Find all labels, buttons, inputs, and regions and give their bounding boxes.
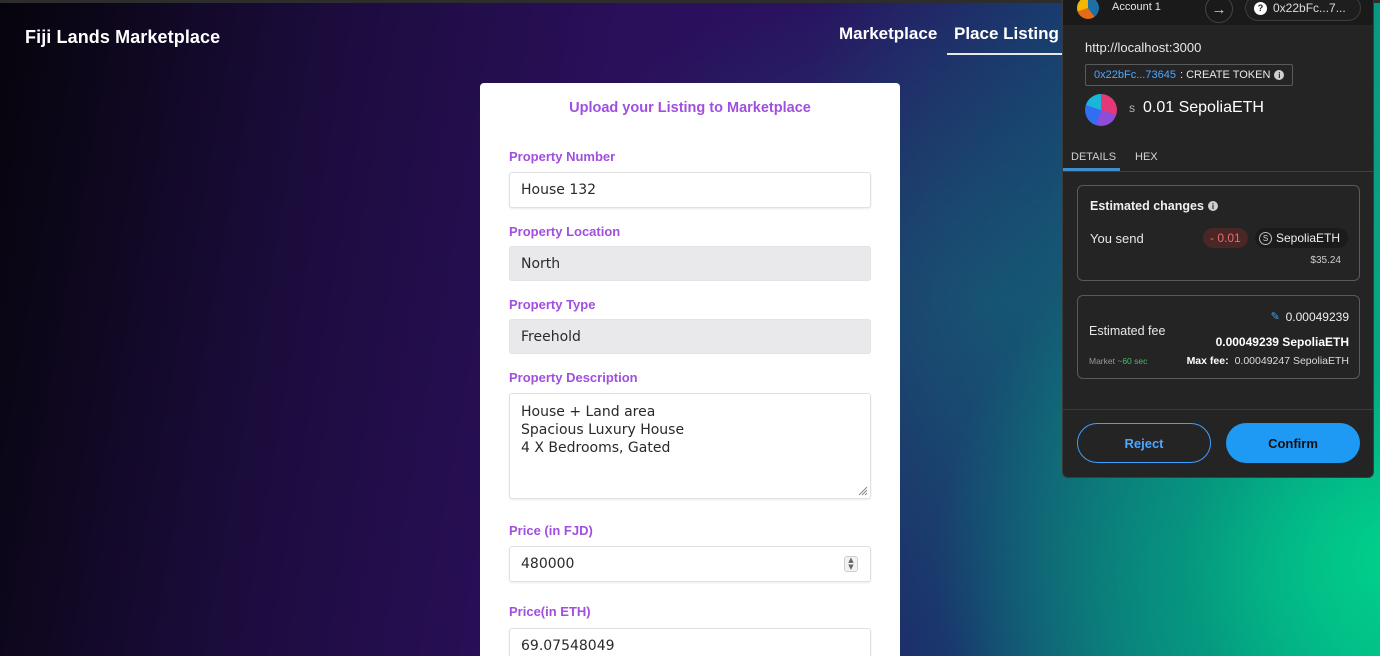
max-fee: Max fee: 0.00049247 SepoliaETH <box>1187 355 1349 367</box>
form-title: Upload your Listing to Marketplace <box>569 100 811 116</box>
property-location-select[interactable]: North <box>509 246 871 281</box>
active-tab-indicator <box>1063 168 1120 171</box>
max-fee-label: Max fee: <box>1186 355 1229 367</box>
token-pill[interactable]: S SepoliaETH <box>1255 228 1349 248</box>
token-icon: S <box>1259 231 1272 245</box>
property-description-label: Property Description <box>509 370 638 385</box>
price-fjd-value: 480000 <box>521 556 575 572</box>
recipient-address-pill[interactable]: ? 0x22bFc...7... <box>1245 0 1361 21</box>
market-label: Market <box>1089 356 1115 366</box>
network-icon <box>1085 94 1117 126</box>
property-type-value: Freehold <box>521 328 581 345</box>
reject-button[interactable]: Reject <box>1077 423 1211 463</box>
contract-method-tag[interactable]: 0x22bFc...73645 : CREATE TOKEN i <box>1085 64 1294 86</box>
fee-value: 0.00049239 <box>1285 310 1349 324</box>
estimated-changes-label: Estimated changes <box>1090 199 1204 213</box>
price-eth-input[interactable]: 69.07548049 <box>509 628 871 656</box>
estimated-fee-label: Estimated fee <box>1089 324 1166 338</box>
estimated-changes-title: Estimated changes i <box>1090 199 1218 213</box>
nav-marketplace[interactable]: Marketplace <box>839 24 937 53</box>
listing-form-card: Upload your Listing to Marketplace Prope… <box>480 83 900 656</box>
fee-value-eth: 0.00049239 SepoliaETH <box>1215 335 1349 349</box>
currency-symbol: S <box>1129 104 1136 114</box>
confirm-button[interactable]: Confirm <box>1226 423 1360 463</box>
you-send-label: You send <box>1090 231 1144 246</box>
transaction-amount: 0.01 SepoliaETH <box>1143 99 1264 116</box>
price-eth-label: Price(in ETH) <box>509 604 591 619</box>
description-line: 4 X Bedrooms, Gated <box>521 440 671 456</box>
wallet-confirm-popup: Account 1 → ? 0x22bFc...7... http://loca… <box>1062 0 1374 478</box>
property-number-input[interactable]: House 132 <box>509 172 871 208</box>
property-location-label: Property Location <box>509 224 621 239</box>
estimated-fee-box: Estimated fee ✎ 0.00049239 0.00049239 Se… <box>1077 295 1360 379</box>
wallet-tabs: DETAILS HEX <box>1063 142 1373 172</box>
price-fjd-input[interactable]: 480000 ▲ ▼ <box>509 546 871 582</box>
fee-edit[interactable]: ✎ 0.00049239 <box>1271 310 1349 324</box>
nav-place-listing[interactable]: Place Listing <box>947 24 1067 55</box>
usd-value: $35.24 <box>1310 255 1341 266</box>
brand-title[interactable]: Fiji Lands Marketplace <box>25 27 220 48</box>
description-line: House + Land area <box>521 404 656 420</box>
max-fee-value: 0.00049247 SepoliaETH <box>1234 355 1349 367</box>
number-stepper-icon[interactable]: ▲ ▼ <box>844 556 858 572</box>
market-time: ~60 sec <box>1117 356 1148 366</box>
pencil-edit-icon[interactable]: ✎ <box>1271 312 1281 323</box>
token-name: SepoliaETH <box>1276 231 1341 245</box>
send-delta-badge: - 0.01 <box>1203 228 1248 248</box>
price-eth-value: 69.07548049 <box>521 638 615 654</box>
price-fjd-label: Price (in FJD) <box>509 523 593 538</box>
contract-address[interactable]: 0x22bFc...73645 <box>1094 69 1176 81</box>
property-location-value: North <box>521 255 561 272</box>
account-avatar <box>1077 0 1099 19</box>
resize-handle-icon[interactable] <box>856 484 868 496</box>
wallet-header: Account 1 → ? 0x22bFc...7... <box>1063 0 1373 25</box>
property-number-value: House 132 <box>521 182 597 198</box>
question-icon: ? <box>1254 1 1267 15</box>
account-name[interactable]: Account 1 <box>1112 1 1161 13</box>
info-icon[interactable]: i <box>1274 70 1285 80</box>
property-number-label: Property Number <box>509 149 616 164</box>
description-line: Spacious Luxury House <box>521 422 685 438</box>
property-type-label: Property Type <box>509 297 596 312</box>
footer-divider <box>1063 409 1373 410</box>
market-speed: Market ~60 sec <box>1089 356 1147 366</box>
tab-details[interactable]: DETAILS <box>1071 151 1116 163</box>
property-type-select[interactable]: Freehold <box>509 319 871 354</box>
arrow-right-icon: → <box>1205 0 1233 23</box>
property-description-textarea[interactable]: House + Land area Spacious Luxury House … <box>509 393 871 499</box>
estimated-changes-box: Estimated changes i You send - 0.01 S Se… <box>1077 185 1360 281</box>
info-icon[interactable]: i <box>1207 201 1218 211</box>
recipient-address: 0x22bFc...7... <box>1273 1 1346 15</box>
tab-hex[interactable]: HEX <box>1135 151 1158 163</box>
origin-url: http://localhost:3000 <box>1085 40 1202 55</box>
contract-method: : CREATE TOKEN <box>1179 69 1271 81</box>
